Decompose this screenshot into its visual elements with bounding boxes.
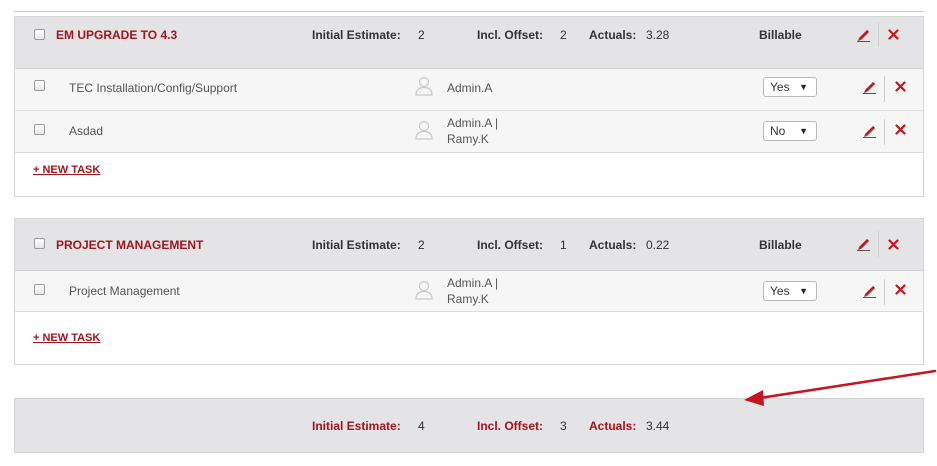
annotation-arrow (744, 369, 937, 406)
